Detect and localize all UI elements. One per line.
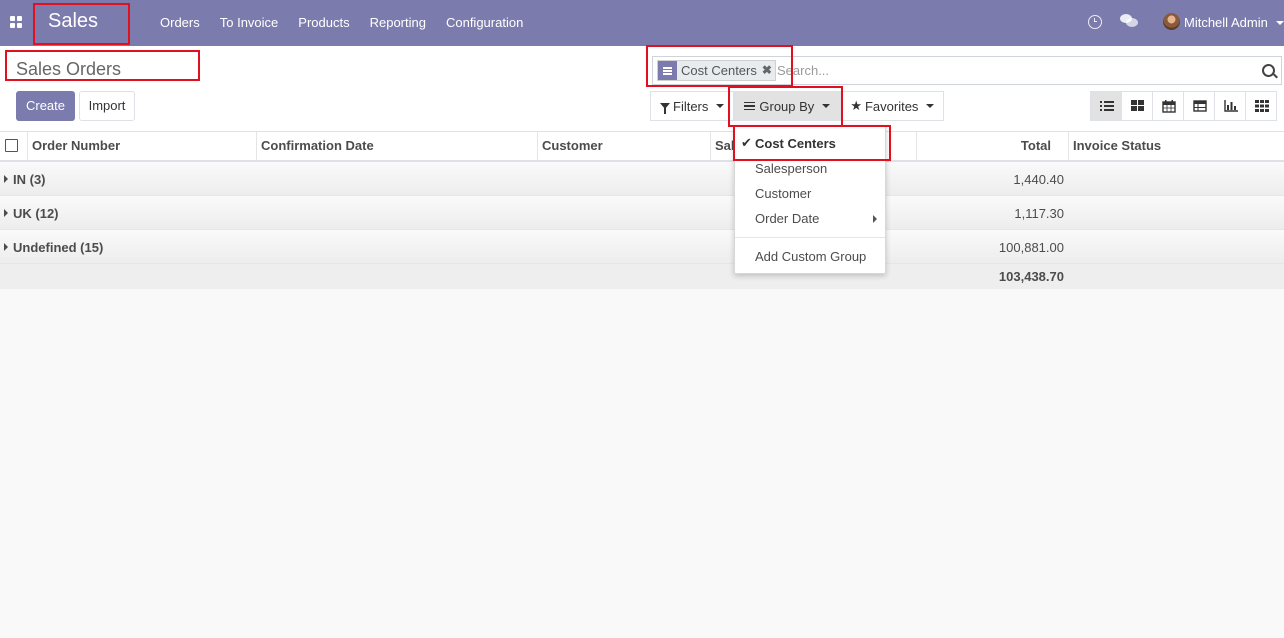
- highlight-box: [5, 50, 200, 81]
- favorites-label: Favorites: [864, 98, 919, 114]
- graph-view-icon: [1224, 100, 1238, 112]
- menu-item-to-invoice[interactable]: To Invoice: [210, 0, 289, 46]
- group-row[interactable]: Undefined (15) 100,881.00: [0, 230, 1284, 264]
- caret-right-icon: [4, 243, 8, 251]
- user-avatar[interactable]: [1163, 13, 1180, 30]
- group-total: 1,440.40: [1013, 172, 1064, 187]
- group-total: 1,117.30: [1014, 206, 1064, 221]
- group-row[interactable]: IN (3) 1,440.40: [0, 162, 1284, 196]
- caret-right-icon: [4, 209, 8, 217]
- graph-view-button[interactable]: [1214, 91, 1246, 121]
- group-name: Undefined (15): [13, 240, 104, 255]
- user-menu[interactable]: Mitchell Admin: [1184, 15, 1268, 30]
- group-row[interactable]: UK (12) 1,117.30: [0, 196, 1284, 230]
- star-icon: ★: [850, 98, 862, 113]
- list-view-icon: [1100, 101, 1114, 111]
- pivot-view-button[interactable]: [1183, 91, 1215, 121]
- menu-item-reporting[interactable]: Reporting: [360, 0, 436, 46]
- group-name: IN (3): [13, 172, 46, 187]
- filter-icon: [660, 103, 670, 114]
- column-customer[interactable]: Customer: [537, 132, 710, 160]
- add-custom-group-option[interactable]: Add Custom Group: [755, 249, 866, 264]
- highlight-box: [646, 45, 793, 87]
- select-all-checkbox[interactable]: [5, 139, 18, 152]
- calendar-view-button[interactable]: [1152, 91, 1184, 121]
- group-by-option-order-date[interactable]: Order Date: [755, 211, 819, 226]
- kanban-view-icon: [1131, 100, 1144, 111]
- view-switcher: [1090, 91, 1277, 121]
- menu-item-products[interactable]: Products: [288, 0, 359, 46]
- activity-clock-icon[interactable]: [1088, 15, 1102, 29]
- group-total: 100,881.00: [998, 240, 1064, 255]
- calendar-view-icon: [1162, 100, 1176, 113]
- list-view-button[interactable]: [1090, 91, 1122, 121]
- messaging-chat-icon[interactable]: [1120, 14, 1138, 28]
- group-by-option-salesperson[interactable]: Salesperson: [755, 161, 827, 176]
- chevron-down-icon: [926, 104, 935, 108]
- menu-item-orders[interactable]: Orders: [150, 0, 210, 46]
- group-by-option-customer[interactable]: Customer: [755, 186, 811, 201]
- highlight-box: [728, 86, 843, 127]
- top-navbar: Sales Orders To Invoice Products Reporti…: [0, 0, 1284, 46]
- search-input[interactable]: [777, 63, 1247, 78]
- divider: [735, 237, 885, 238]
- column-total[interactable]: Total: [916, 132, 1068, 160]
- import-button[interactable]: Import: [79, 91, 135, 121]
- group-name: UK (12): [13, 206, 59, 221]
- grid-view-icon: [1255, 100, 1269, 112]
- main-menu: Orders To Invoice Products Reporting Con…: [150, 0, 533, 46]
- caret-right-icon: [4, 175, 8, 183]
- create-button[interactable]: Create: [16, 91, 75, 121]
- highlight-box: [733, 125, 891, 161]
- apps-menu-icon[interactable]: [10, 16, 23, 29]
- column-invoice-status[interactable]: Invoice Status: [1068, 132, 1284, 160]
- kanban-view-button[interactable]: [1121, 91, 1153, 121]
- caret-right-icon: [873, 215, 877, 223]
- list-header: Order Number Confirmation Date Customer …: [0, 132, 1284, 162]
- grid-view-button[interactable]: [1245, 91, 1277, 121]
- filters-label: Filters: [673, 98, 709, 114]
- filters-button[interactable]: Filters: [650, 91, 735, 121]
- favorites-button[interactable]: ★ Favorites: [840, 91, 945, 121]
- chevron-down-icon: [716, 104, 725, 108]
- search-icon[interactable]: [1262, 64, 1275, 77]
- column-order-number[interactable]: Order Number: [27, 132, 256, 160]
- highlight-box: [33, 3, 130, 45]
- pivot-view-icon: [1193, 100, 1207, 112]
- user-menu-caret-icon[interactable]: [1276, 21, 1284, 25]
- grand-total: 103,438.70: [998, 269, 1064, 284]
- list-footer: 103,438.70: [0, 264, 1284, 289]
- column-confirmation-date[interactable]: Confirmation Date: [256, 132, 537, 160]
- menu-item-configuration[interactable]: Configuration: [436, 0, 533, 46]
